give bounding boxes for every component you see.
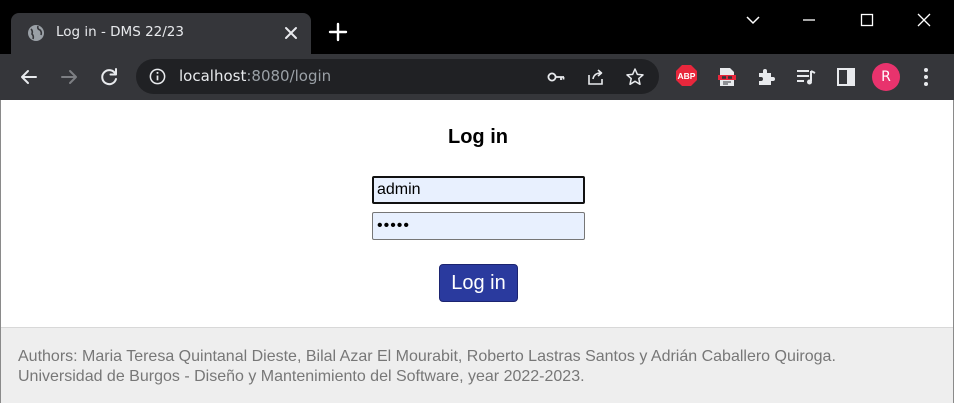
site-info-icon[interactable] [148,67,167,86]
extensions-puzzle-icon[interactable] [755,65,779,89]
globe-icon [28,25,44,41]
maximize-icon[interactable] [855,8,879,32]
address-bar[interactable]: localhost:8080/login [136,59,659,94]
page-content: Log in admin ••••• Log in Authors: Maria… [0,100,954,403]
kebab-menu-icon[interactable] [914,65,938,89]
close-window-icon[interactable] [912,8,936,32]
tab-title: Log in - DMS 22/23 [56,24,184,40]
url-host: localhost [179,67,247,85]
bookmark-star-icon[interactable] [625,67,645,87]
side-panel-icon[interactable] [834,65,858,89]
reader-extension-icon[interactable] [715,65,739,89]
title-bar: Log in - DMS 22/23 [0,0,954,54]
password-field[interactable]: ••••• [372,212,585,240]
adblock-plus-icon[interactable]: ABP [675,64,698,87]
url-path: :8080/login [246,67,332,85]
browser-toolbar: localhost:8080/login ABP R [0,54,954,100]
abp-label: ABP [678,71,696,81]
tab-search-chevron-icon[interactable] [741,8,765,32]
footer: Authors: Maria Teresa Quintanal Dieste, … [1,327,953,403]
reload-icon[interactable] [97,65,121,89]
url-text[interactable]: localhost:8080/login [179,67,331,85]
browser-tab[interactable]: Log in - DMS 22/23 [11,13,311,54]
username-field[interactable]: admin [372,176,585,204]
footer-university: Universidad de Burgos - Diseño y Manteni… [18,368,585,385]
share-icon[interactable] [586,67,606,87]
profile-avatar[interactable]: R [872,63,900,91]
back-arrow-icon[interactable] [17,65,41,89]
media-queue-icon[interactable] [794,65,818,89]
tab-close-icon[interactable] [281,23,301,43]
key-icon[interactable] [546,67,566,87]
new-tab-icon[interactable] [326,20,350,44]
footer-authors: Authors: Maria Teresa Quintanal Dieste, … [18,348,836,365]
minimize-icon[interactable] [797,8,821,32]
page-title: Log in [448,126,508,148]
login-button[interactable]: Log in [439,264,518,302]
forward-arrow-icon[interactable] [57,65,81,89]
